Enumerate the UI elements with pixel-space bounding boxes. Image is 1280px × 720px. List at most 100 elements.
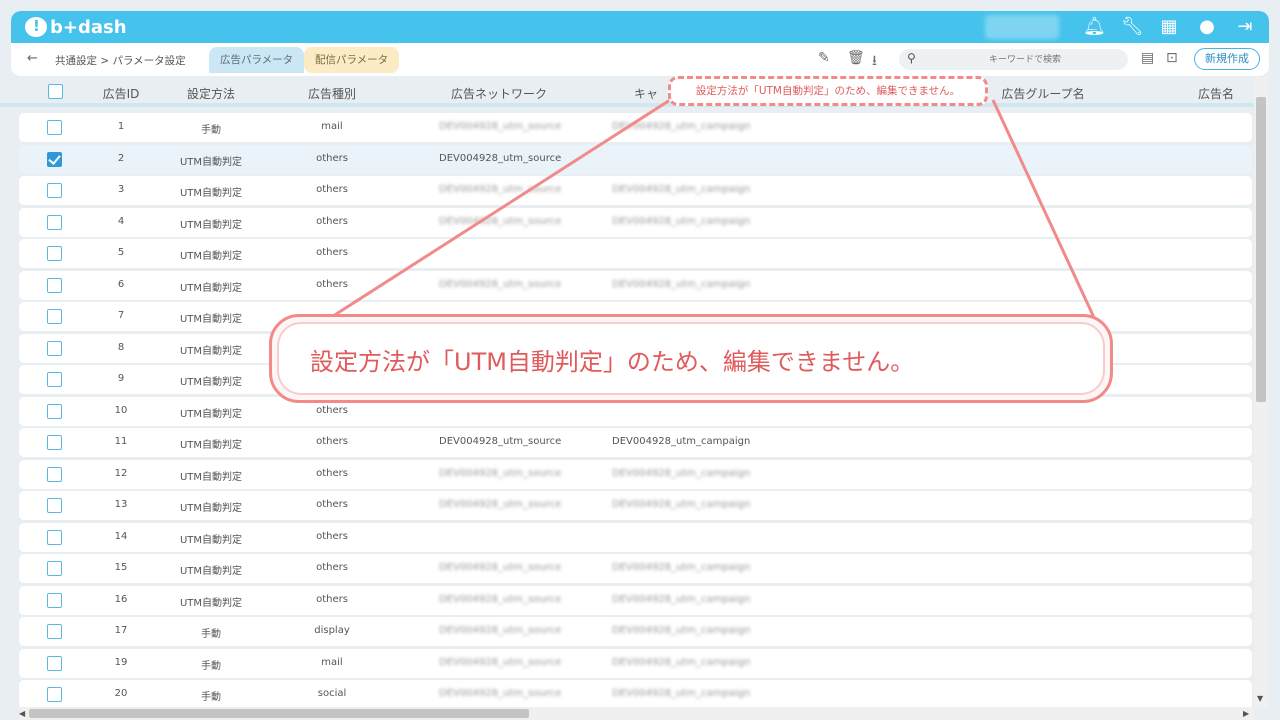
logo-text: b+dash <box>50 16 127 38</box>
row-checkbox[interactable] <box>47 120 62 135</box>
cell-campaign: DEV004928_utm_campaign <box>612 688 751 699</box>
cell-ad-network: DEV004928_utm_source <box>439 688 562 699</box>
new-create-button[interactable]: 新規作成 <box>1194 48 1260 70</box>
table-row[interactable]: 16 UTM自動判定 others DEV004928_utm_source DEV00… <box>19 585 1252 615</box>
search-icon: ⚲ <box>907 51 916 65</box>
row-checkbox[interactable] <box>47 403 62 419</box>
horizontal-scrollbar[interactable]: ◀ ▶ <box>19 707 1254 720</box>
header-method[interactable]: 設定方法 <box>187 85 235 102</box>
row-checkbox[interactable] <box>47 498 62 513</box>
header-icons: 🔔︎ 🔧︎ ▦ ● ⇥ <box>1083 16 1255 38</box>
wrench-icon[interactable]: 🔧︎ <box>1121 16 1144 38</box>
table-header: 広告ID 設定方法 広告種別 広告ネットワーク キャ 広告グループ名 広告名 <box>0 77 1254 107</box>
table-row[interactable]: 4 UTM自動判定 others DEV004928_utm_source DEV004… <box>19 207 1252 237</box>
table-row[interactable]: 2 UTM自動判定 others DEV004928_utm_source <box>19 144 1252 174</box>
cell-ad-network: DEV004928_utm_source <box>439 625 562 636</box>
row-checkbox[interactable] <box>47 529 62 545</box>
scroll-right-arrow-icon[interactable]: ▶ <box>1243 709 1249 718</box>
header-ad-group-name[interactable]: 広告グループ名 <box>1001 85 1084 102</box>
download-icon[interactable]: ⭳ <box>872 50 877 74</box>
export-icon[interactable]: ⊡ <box>1166 50 1178 66</box>
cell-ad-network: DEV004928_utm_source <box>439 184 562 195</box>
cell-ad-network: DEV004928_utm_source <box>439 436 562 447</box>
tab-ad-parameters[interactable]: 広告パラメータ <box>209 47 305 73</box>
header-ad-type[interactable]: 広告種別 <box>308 85 356 102</box>
row-checkbox[interactable] <box>47 277 62 293</box>
cell-ad-network: DEV004928_utm_source <box>439 278 562 290</box>
cell-ad-network: DEV004928_utm_source <box>439 121 562 132</box>
row-checkbox[interactable] <box>47 309 62 324</box>
callout-text: 設定方法が「UTM自動判定」のため、編集できません。 <box>310 348 915 376</box>
table-row[interactable]: 11 UTM自動判定 others DEV004928_utm_source DEV00… <box>19 428 1252 457</box>
cell-campaign: DEV004928_utm_campaign <box>612 656 751 668</box>
row-checkbox[interactable] <box>47 435 62 450</box>
user-name-blurred[interactable] <box>985 15 1059 39</box>
cell-campaign: DEV004928_utm_campaign <box>612 121 751 132</box>
row-checkbox[interactable] <box>47 687 62 702</box>
top-header: b+dash 🔔︎ 🔧︎ ▦ ● ⇥ <box>11 11 1269 43</box>
cell-ad-network: DEV004928_utm_source <box>439 499 562 510</box>
row-checkbox[interactable] <box>47 624 62 639</box>
row-checkbox[interactable] <box>47 655 62 671</box>
scroll-left-arrow-icon[interactable]: ◀ <box>19 709 25 718</box>
table-row[interactable]: 6 UTM自動判定 others DEV004928_utm_source DEV004… <box>19 270 1252 300</box>
row-checkbox[interactable] <box>47 214 62 230</box>
table-row[interactable]: 13 UTM自動判定 others DEV004928_utm_source DEV00… <box>19 491 1252 520</box>
disabled-edit-tooltip: 設定方法が「UTM自動判定」のため、編集できません。 <box>668 76 988 106</box>
cell-ad-network: DEV004928_utm_source <box>439 152 562 164</box>
search-box[interactable]: ⚲ <box>899 49 1128 70</box>
row-checkbox[interactable] <box>47 592 62 608</box>
header-ad-network[interactable]: 広告ネットワーク <box>451 85 547 102</box>
table-row[interactable]: 1 手動 mail DEV004928_utm_source DEV004928_utm… <box>19 113 1252 142</box>
table-row[interactable]: 12 UTM自動判定 others DEV004928_utm_source DEV00… <box>19 459 1252 489</box>
row-checkbox[interactable] <box>47 372 62 387</box>
edit-icon[interactable]: ✎ <box>818 50 830 66</box>
cell-ad-network: DEV004928_utm_source <box>439 467 562 479</box>
search-input[interactable] <box>925 51 1125 68</box>
row-checkbox[interactable] <box>47 246 62 261</box>
vertical-scroll-thumb[interactable] <box>1256 97 1266 402</box>
logout-icon[interactable]: ⇥ <box>1235 16 1255 38</box>
cell-campaign: DEV004928_utm_campaign <box>612 436 751 447</box>
cell-campaign: DEV004928_utm_campaign <box>612 467 751 479</box>
tab-distribution-parameters[interactable]: 配信パラメータ <box>304 47 400 73</box>
table-row[interactable]: 15 UTM自動判定 others DEV004928_utm_source DEV00… <box>19 554 1252 583</box>
header-ad-id[interactable]: 広告ID <box>103 85 140 102</box>
cell-campaign: DEV004928_utm_campaign <box>612 278 751 290</box>
cell-ad-network: DEV004928_utm_source <box>439 656 562 668</box>
sub-toolbar: ← 共通設定 > パラメータ設定 広告パラメータ 配信パラメータ ✎ 🗑︎ ⭳ … <box>11 43 1269 76</box>
app-logo[interactable]: b+dash <box>25 16 127 38</box>
table-row[interactable]: 19 手動 mail DEV004928_utm_source DEV004928_ut… <box>19 648 1252 678</box>
robot-icon[interactable]: ● <box>1197 16 1217 38</box>
cell-campaign: DEV004928_utm_campaign <box>612 499 751 510</box>
cell-ad-network: DEV004928_utm_source <box>439 562 562 573</box>
row-checkbox[interactable] <box>47 561 62 576</box>
cell-campaign: DEV004928_utm_campaign <box>612 593 751 605</box>
zoomed-tooltip-callout: 設定方法が「UTM自動判定」のため、編集できません。 <box>269 314 1113 403</box>
grid-icon[interactable]: ▦ <box>1159 16 1179 38</box>
horizontal-scroll-thumb[interactable] <box>29 709 529 718</box>
header-ad-name[interactable]: 広告名 <box>1198 85 1234 102</box>
cell-ad-network: DEV004928_utm_source <box>439 215 562 227</box>
table-row[interactable]: 20 手動 social DEV004928_utm_source DEV004928_… <box>19 680 1252 707</box>
row-checkbox[interactable] <box>47 340 62 356</box>
cell-campaign: DEV004928_utm_campaign <box>612 562 751 573</box>
table-row[interactable]: 5 UTM自動判定 others <box>19 239 1252 268</box>
document-icon[interactable]: ▤ <box>1141 50 1154 66</box>
table-row[interactable]: 14 UTM自動判定 others <box>19 522 1252 552</box>
select-all-checkbox[interactable] <box>48 84 63 99</box>
row-checkbox[interactable] <box>47 183 62 198</box>
logo-bubble-icon <box>25 17 47 37</box>
table-row[interactable]: 3 UTM自動判定 others DEV004928_utm_source DEV004… <box>19 176 1252 205</box>
trash-icon[interactable]: 🗑︎ <box>847 50 865 66</box>
cell-campaign: DEV004928_utm_campaign <box>612 184 751 195</box>
bell-icon[interactable]: 🔔︎ <box>1083 16 1106 38</box>
header-campaign[interactable]: キャ <box>634 85 658 102</box>
cell-campaign: DEV004928_utm_campaign <box>612 625 751 636</box>
table-row[interactable]: 17 手動 display DEV004928_utm_source DEV004928… <box>19 617 1252 646</box>
back-arrow-icon[interactable]: ← <box>27 51 38 66</box>
row-checkbox[interactable] <box>47 151 62 167</box>
row-checkbox[interactable] <box>47 466 62 482</box>
scroll-down-arrow-icon[interactable]: ▼ <box>1257 694 1263 703</box>
vertical-scrollbar[interactable]: ▼ <box>1254 77 1268 707</box>
